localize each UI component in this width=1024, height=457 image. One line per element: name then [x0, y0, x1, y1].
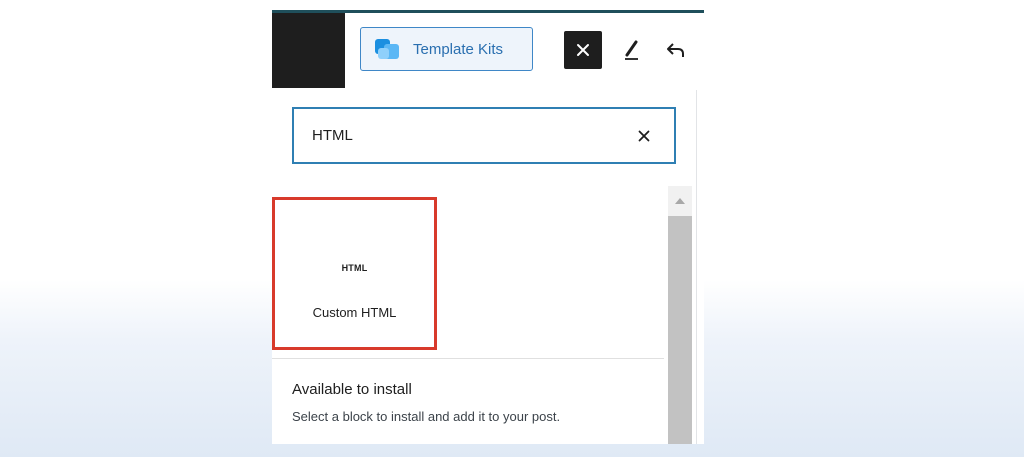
- results-scrollbar[interactable]: [668, 186, 692, 444]
- panel-divider: [696, 90, 697, 444]
- undo-icon: [667, 43, 684, 57]
- block-label: Custom HTML: [312, 305, 397, 320]
- search-input[interactable]: [312, 127, 634, 144]
- template-kits-label: Template Kits: [413, 40, 504, 58]
- caret-up-icon: [675, 198, 685, 204]
- editor-logo-area: [272, 13, 345, 88]
- close-inserter-button[interactable]: [564, 31, 602, 69]
- template-kits-button[interactable]: Template Kits: [360, 27, 533, 71]
- scroll-thumb[interactable]: [668, 216, 692, 444]
- edit-tool-button[interactable]: [618, 36, 646, 64]
- install-section-description: Select a block to install and add it to …: [292, 409, 561, 424]
- template-kits-icon: [375, 37, 401, 61]
- close-icon: [638, 130, 650, 141]
- undo-button[interactable]: [662, 36, 690, 64]
- scroll-up-button[interactable]: [668, 186, 692, 216]
- pencil-icon: [625, 40, 638, 60]
- clear-search-button[interactable]: [634, 126, 654, 146]
- block-inserter-panel: Template Kits HTML HTML Custom HTML Avai…: [272, 10, 704, 444]
- html-block-icon: HTML: [341, 263, 368, 273]
- custom-html-block[interactable]: HTML Custom HTML: [272, 197, 437, 350]
- install-section-title: Available to install: [292, 381, 412, 398]
- section-divider: [272, 358, 664, 359]
- block-search-field[interactable]: [292, 107, 676, 164]
- close-icon: [577, 44, 589, 56]
